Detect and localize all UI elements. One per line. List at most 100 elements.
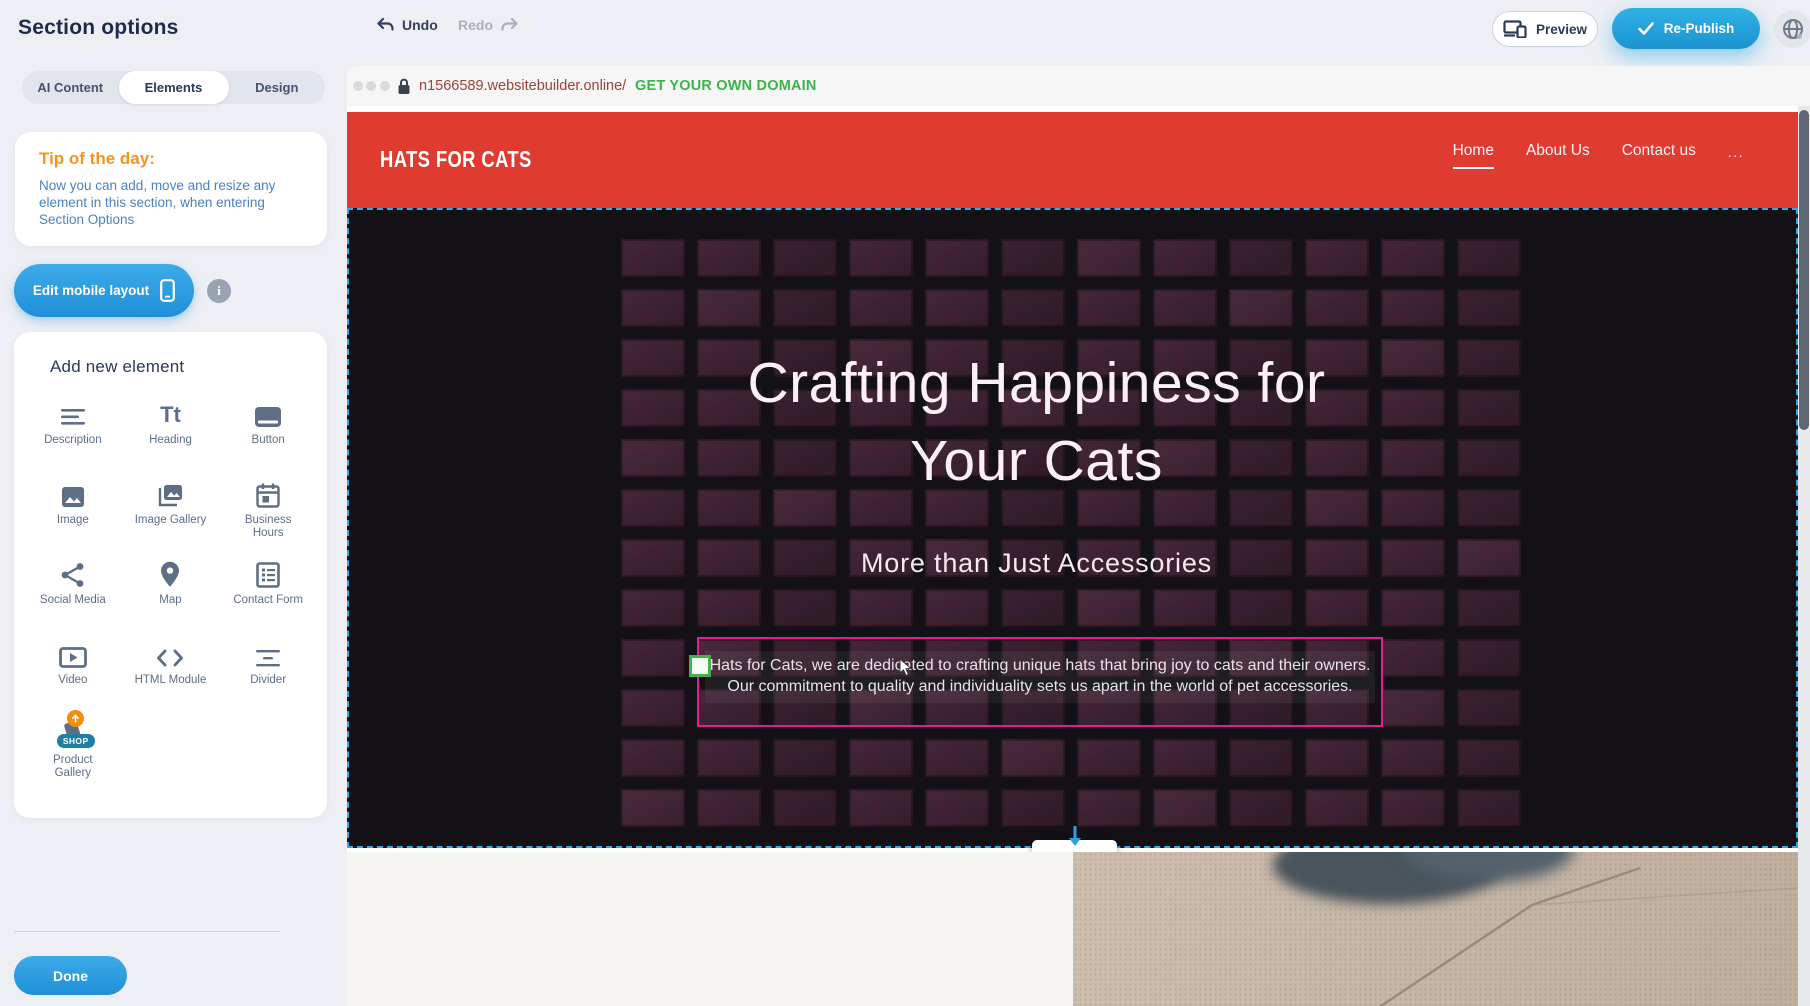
hero-tile [1457, 239, 1521, 277]
hero-tile [1381, 439, 1445, 477]
hero-tile [1153, 739, 1217, 777]
shop-badge: SHOP [57, 734, 95, 748]
language-globe-button[interactable] [1774, 10, 1810, 48]
element-image-gallery[interactable]: Image Gallery [127, 478, 213, 558]
hero-tile [1457, 789, 1521, 827]
hero-tile [1153, 589, 1217, 627]
republish-button[interactable]: Re-Publish [1612, 8, 1760, 49]
element-business-hours[interactable]: Business Hours [225, 478, 311, 558]
hero-subheading[interactable]: More than Just Accessories [697, 548, 1377, 579]
page-scrollbar[interactable] [1798, 106, 1810, 1006]
hero-tile [1077, 589, 1141, 627]
hero-tile [1381, 239, 1445, 277]
hero-tile [621, 489, 685, 527]
hero-tile [849, 589, 913, 627]
tab-design[interactable]: Design [229, 71, 326, 104]
devices-icon [1503, 20, 1527, 38]
element-social-media[interactable]: Social Media [30, 558, 116, 638]
hero-tile [1457, 739, 1521, 777]
hero-tile [1381, 589, 1445, 627]
hero-tile [1229, 789, 1293, 827]
lock-icon [397, 78, 411, 95]
add-element-grid: Description Tt Heading Button Image Imag… [24, 398, 317, 798]
hero-tile [1229, 239, 1293, 277]
hero-tile [925, 239, 989, 277]
map-pin-icon [160, 558, 180, 588]
hero-tile [621, 739, 685, 777]
element-product-gallery[interactable]: SHOP Product Gallery [30, 718, 116, 798]
element-contact-form[interactable]: Contact Form [225, 558, 311, 638]
form-icon [256, 558, 280, 588]
redo-button[interactable]: Redo [458, 17, 519, 33]
hero-tile [1381, 689, 1445, 727]
hero-tile [1229, 289, 1293, 327]
add-element-panel: Add new element Description Tt Heading B… [14, 332, 327, 818]
nav-item-contact[interactable]: Contact us [1622, 142, 1696, 169]
edit-mobile-layout-label: Edit mobile layout [33, 283, 149, 298]
scrollbar-thumb[interactable] [1799, 110, 1809, 430]
hero-heading[interactable]: Crafting Happiness for Your Cats [697, 344, 1377, 500]
next-section-left[interactable] [347, 852, 1073, 1006]
undo-label: Undo [402, 17, 438, 33]
paragraph-selection-box[interactable]: Hats for Cats, we are dedicated to craft… [697, 637, 1383, 727]
hero-tile [1457, 389, 1521, 427]
hero-tile [1381, 339, 1445, 377]
hero-tile [1457, 589, 1521, 627]
info-icon[interactable]: i [207, 279, 231, 303]
check-icon [1638, 22, 1654, 35]
next-section-floor-image[interactable] [1073, 852, 1798, 1006]
hero-tile [925, 739, 989, 777]
hero-tile [1077, 739, 1141, 777]
hero-tile [621, 689, 685, 727]
hero-tile [1457, 689, 1521, 727]
element-html-module[interactable]: HTML Module [127, 638, 213, 718]
edit-mobile-layout-button[interactable]: Edit mobile layout [14, 264, 194, 317]
site-preview-viewport: HATS FOR CATS Home About Us Contact us .… [347, 106, 1798, 1006]
get-domain-link[interactable]: GET YOUR OWN DOMAIN [635, 66, 817, 106]
drag-handle[interactable] [689, 655, 711, 677]
element-heading[interactable]: Tt Heading [127, 398, 213, 478]
hero-section-selected[interactable]: Crafting Happiness for Your Cats More th… [347, 208, 1798, 848]
video-icon [59, 638, 87, 668]
nav-item-about[interactable]: About Us [1526, 142, 1590, 169]
site-url[interactable]: n1566589.websitebuilder.online/ [419, 66, 626, 106]
hero-tile [621, 239, 685, 277]
hero-tile [925, 589, 989, 627]
preview-button[interactable]: Preview [1492, 11, 1598, 47]
element-image[interactable]: Image [30, 478, 116, 558]
hero-tile [1001, 239, 1065, 277]
window-dot-3 [380, 81, 390, 91]
undo-button[interactable]: Undo [376, 17, 438, 33]
nav-item-home[interactable]: Home [1453, 142, 1494, 169]
hero-tile [697, 589, 761, 627]
hero-tile [1305, 739, 1369, 777]
element-divider[interactable]: Divider [225, 638, 311, 718]
hero-tile [1077, 289, 1141, 327]
hero-tile [1457, 489, 1521, 527]
done-button[interactable]: Done [14, 956, 127, 995]
hero-tile [1457, 639, 1521, 677]
hero-tile [1381, 789, 1445, 827]
nav-more-icon[interactable]: ... [1728, 144, 1744, 167]
divider-icon [255, 638, 281, 668]
site-logo[interactable]: HATS FOR CATS [380, 146, 532, 173]
hero-tile [1381, 539, 1445, 577]
hero-tile [1381, 389, 1445, 427]
hero-tile [1153, 239, 1217, 277]
element-button[interactable]: Button [225, 398, 311, 478]
hero-tile [1001, 289, 1065, 327]
sidebar-tabs: AI Content Elements Design [22, 71, 325, 104]
hero-tile [621, 439, 685, 477]
element-description[interactable]: Description [30, 398, 116, 478]
element-video[interactable]: Video [30, 638, 116, 718]
hero-tile [1305, 289, 1369, 327]
sidebar-divider [14, 931, 280, 932]
hero-tile [1229, 739, 1293, 777]
tab-elements[interactable]: Elements [119, 71, 229, 104]
hero-tile [697, 789, 761, 827]
hero-tile [1381, 489, 1445, 527]
tab-ai-content[interactable]: AI Content [22, 71, 119, 104]
hero-paragraph[interactable]: Hats for Cats, we are dedicated to craft… [709, 655, 1371, 697]
element-map[interactable]: Map [127, 558, 213, 638]
hero-tile [773, 789, 837, 827]
